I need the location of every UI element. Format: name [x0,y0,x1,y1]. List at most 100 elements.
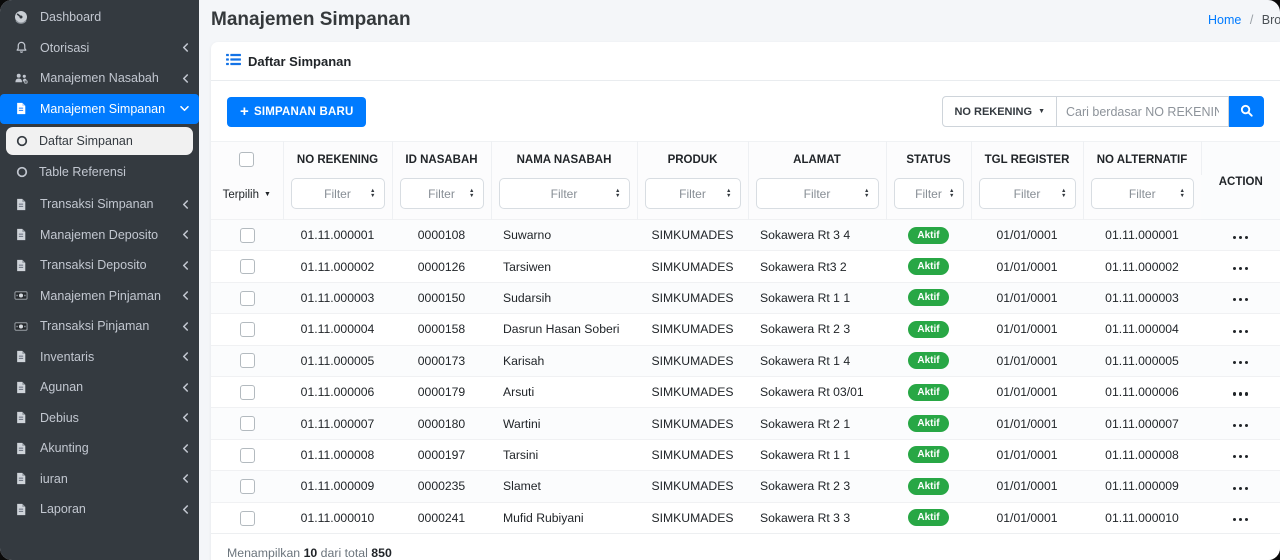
select-all-checkbox[interactable] [239,152,254,167]
plus-icon: + [240,104,249,119]
search-button[interactable] [1229,96,1264,127]
sidebar-subitem-daftar-simpanan[interactable]: Daftar Simpanan [6,127,193,155]
cell-no-rekening: 01.11.000007 [283,408,392,439]
cell-tgl-register: 01/01/0001 [971,439,1083,470]
cell-produk: SIMKUMADES [637,251,748,282]
row-actions-button[interactable] [1231,514,1250,525]
cell-no-alternatif: 01.11.000001 [1083,220,1201,251]
sidebar-subitem-table-referensi[interactable]: Table Referensi [6,158,193,186]
filter-select-no-alternatif[interactable]: Filter▲▼ [1091,178,1195,209]
row-checkbox[interactable] [240,479,255,494]
cell-no-rekening: 01.11.000010 [283,502,392,533]
column-header-nama-nasabah: NAMA NASABAH [491,142,637,176]
sidebar-item-otorisasi[interactable]: Otorisasi [0,33,199,64]
row-checkbox[interactable] [240,291,255,306]
chevron-left-icon [182,352,189,361]
column-header-status: STATUS [886,142,971,176]
row-actions-button[interactable] [1231,483,1250,494]
file-icon [13,350,29,363]
filter-select-status[interactable]: Filter▲▼ [894,178,964,209]
cell-no-rekening: 01.11.000003 [283,282,392,313]
sidebar-item-dashboard[interactable]: Dashboard [0,2,199,33]
sidebar-item-manajemen-nasabah[interactable]: Manajemen Nasabah [0,63,199,94]
row-checkbox[interactable] [240,416,255,431]
cell-produk: SIMKUMADES [637,502,748,533]
cell-id-nasabah: 0000235 [392,471,491,502]
row-actions-button[interactable] [1231,294,1250,305]
cell-no-alternatif: 01.11.000003 [1083,282,1201,313]
cell-nama-nasabah: Karisah [491,345,637,376]
row-checkbox[interactable] [240,322,255,337]
simpanan-baru-button[interactable]: + SIMPANAN BARU [227,97,366,127]
terpilih-dropdown[interactable]: Terpilih▼ [223,189,271,201]
sidebar-item-transaksi-simpanan[interactable]: Transaksi Simpanan [0,189,199,220]
sidebar-item-iuran[interactable]: iuran [0,464,199,495]
filter-select-no-rekening[interactable]: Filter▲▼ [291,178,385,209]
breadcrumb-home-link[interactable]: Home [1208,13,1241,27]
list-icon [226,53,241,69]
table-row: 01.11.0000090000235SlametSIMKUMADESSokaw… [211,471,1280,502]
row-actions-button[interactable] [1231,388,1250,399]
filter-select-id-nasabah[interactable]: Filter▲▼ [400,178,484,209]
sidebar-item-transaksi-pinjaman[interactable]: Transaksi Pinjaman [0,311,199,342]
row-checkbox[interactable] [240,259,255,274]
sidebar-item-label: Inventaris [40,350,94,364]
search-category-dropdown[interactable]: NO REKENING ▼ [942,96,1057,127]
cell-nama-nasabah: Mufid Rubiyani [491,502,637,533]
circle-icon [16,166,28,178]
sidebar-item-label: Otorisasi [40,41,89,55]
filter-select-produk[interactable]: Filter▲▼ [645,178,741,209]
sidebar-item-debius[interactable]: Debius [0,403,199,434]
chevron-down-icon: ▼ [1038,108,1045,115]
breadcrumb: Home / Browse [1208,13,1280,27]
cell-produk: SIMKUMADES [637,376,748,407]
column-header-no-rekening: NO REKENING [283,142,392,176]
row-checkbox[interactable] [240,385,255,400]
row-checkbox[interactable] [240,511,255,526]
cell-nama-nasabah: Tarsini [491,439,637,470]
chevron-down-icon [180,105,189,112]
sidebar-item-transaksi-deposito[interactable]: Transaksi Deposito [0,250,199,281]
row-actions-button[interactable] [1231,420,1250,431]
money-icon [13,320,29,333]
cell-tgl-register: 01/01/0001 [971,345,1083,376]
row-actions-button[interactable] [1231,263,1250,274]
sidebar-item-akunting[interactable]: Akunting [0,433,199,464]
sidebar-item-label: Dashboard [40,10,101,24]
cell-tgl-register: 01/01/0001 [971,502,1083,533]
sidebar-item-inventaris[interactable]: Inventaris [0,342,199,373]
row-actions-button[interactable] [1231,451,1250,462]
status-badge: Aktif [908,227,948,244]
chevron-left-icon [182,444,189,453]
sidebar-item-manajemen-deposito[interactable]: Manajemen Deposito [0,220,199,251]
sidebar-item-label: Manajemen Pinjaman [40,289,161,303]
sidebar-item-manajemen-simpanan[interactable]: Manajemen Simpanan [0,94,199,125]
filter-select-nama-nasabah[interactable]: Filter▲▼ [499,178,630,209]
row-actions-button[interactable] [1231,326,1250,337]
sidebar-item-laporan[interactable]: Laporan [0,494,199,525]
row-checkbox[interactable] [240,448,255,463]
search-input[interactable] [1057,96,1229,127]
cell-tgl-register: 01/01/0001 [971,314,1083,345]
filter-select-tgl-register[interactable]: Filter▲▼ [979,178,1076,209]
row-checkbox[interactable] [240,228,255,243]
cell-no-rekening: 01.11.000006 [283,376,392,407]
file-icon [13,503,29,516]
row-actions-button[interactable] [1231,357,1250,368]
sort-arrows-icon: ▲▼ [864,189,869,199]
row-actions-button[interactable] [1231,232,1250,243]
row-checkbox[interactable] [240,353,255,368]
cell-produk: SIMKUMADES [637,345,748,376]
cell-no-rekening: 01.11.000005 [283,345,392,376]
cell-id-nasabah: 0000173 [392,345,491,376]
sidebar-item-manajemen-pinjaman[interactable]: Manajemen Pinjaman [0,281,199,312]
sidebar-item-agunan[interactable]: Agunan [0,372,199,403]
main-content: Manajemen Simpanan Home / Browse Daftar … [199,0,1280,560]
chevron-left-icon [182,43,189,52]
table-row: 01.11.0000010000108SuwarnoSIMKUMADESSoka… [211,220,1280,251]
breadcrumb-separator: / [1250,13,1253,27]
sidebar-item-label: Debius [40,411,79,425]
chevron-left-icon [182,291,189,300]
cell-tgl-register: 01/01/0001 [971,376,1083,407]
filter-select-alamat[interactable]: Filter▲▼ [756,178,879,209]
